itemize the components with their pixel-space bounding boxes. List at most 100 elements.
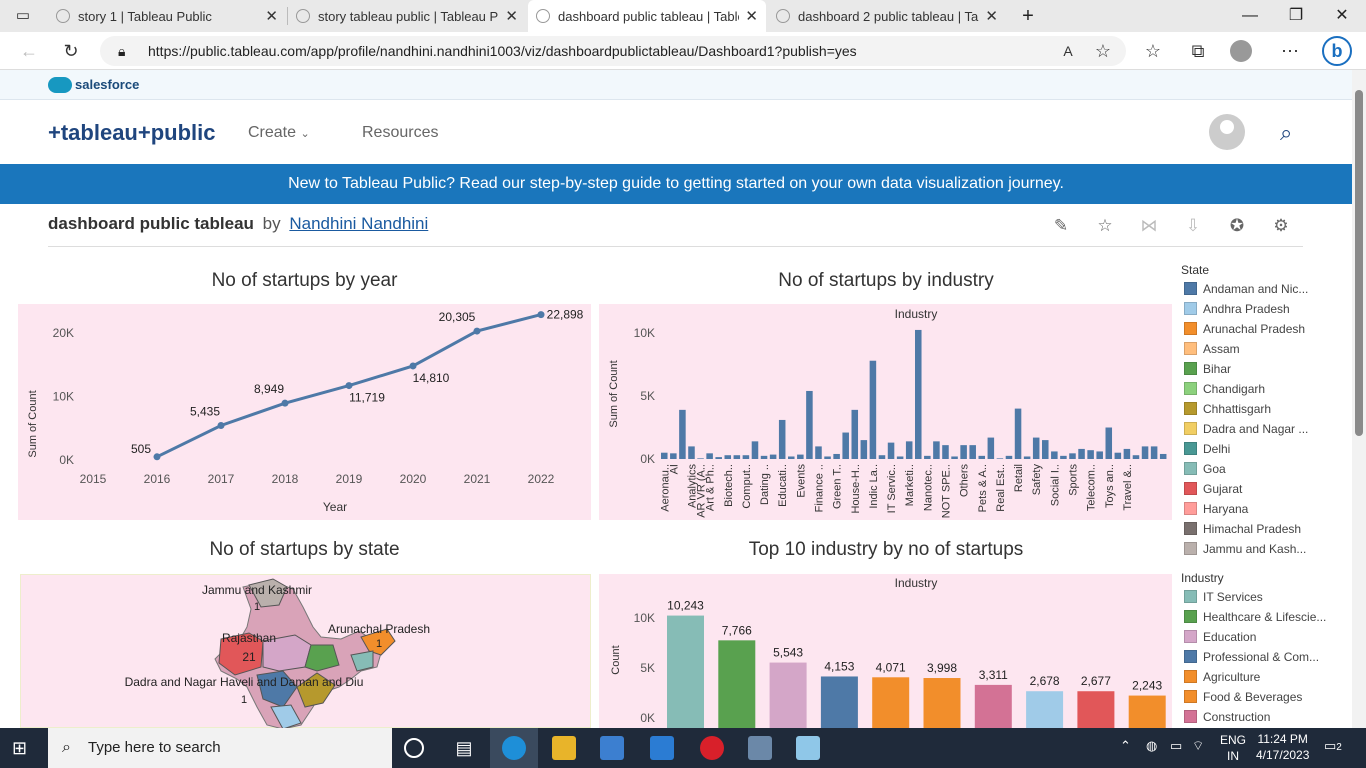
- year-line-chart[interactable]: Sum of Count Year 0K 10K 20K 2015 2016 2017 20…: [18, 304, 619, 520]
- restore-icon[interactable]: ❐: [1276, 4, 1316, 28]
- close-tab-icon[interactable]: ✕: [265, 7, 278, 25]
- scrollbar-thumb[interactable]: [1355, 90, 1363, 436]
- state-legend-item[interactable]: Dadra and Nagar ...: [1184, 422, 1344, 438]
- edge-taskbar-button[interactable]: [490, 728, 538, 768]
- top10-chart-panel[interactable]: Industry Count 0K 5K 10K 10,243 7,766 5,543 4,…: [599, 574, 1172, 728]
- collections-icon[interactable]: ⧉: [1185, 38, 1211, 64]
- welcome-banner[interactable]: New to Tableau Public? Read our step-by-…: [0, 164, 1352, 204]
- taskbar-search[interactable]: ⌕ Type here to search: [48, 728, 392, 768]
- close-tab-icon[interactable]: ✕: [745, 7, 758, 25]
- viz-by: by: [262, 214, 281, 233]
- top10-bar: [769, 662, 807, 728]
- page-scrollbar[interactable]: [1352, 70, 1366, 728]
- state-legend-item[interactable]: Andhra Pradesh: [1184, 302, 1344, 318]
- windows-start-icon[interactable]: ⊞: [12, 736, 36, 760]
- industry-legend-item[interactable]: Food & Beverages: [1184, 690, 1344, 706]
- legend-label: IT Services: [1203, 590, 1263, 604]
- close-window-icon[interactable]: ✕: [1322, 4, 1362, 28]
- bing-icon[interactable]: b: [1322, 36, 1352, 66]
- state-legend-item[interactable]: Himachal Pradesh: [1184, 522, 1344, 538]
- top10-data-label: 7,766: [722, 623, 752, 637]
- search-icon[interactable]: ⌕: [1280, 120, 1302, 145]
- state-legend-item[interactable]: Arunachal Pradesh: [1184, 322, 1344, 338]
- industry-legend-item[interactable]: Agriculture: [1184, 670, 1344, 686]
- read-aloud-icon[interactable]: A: [1055, 38, 1081, 64]
- tableau-favicon-icon: [536, 9, 550, 23]
- close-tab-icon[interactable]: ✕: [985, 7, 998, 25]
- share-icon[interactable]: ⋈: [1138, 216, 1160, 236]
- minimize-icon[interactable]: —: [1230, 4, 1270, 28]
- year-chart-panel[interactable]: Sum of Count Year 0K 10K 20K 2015 2016 2017 20…: [18, 304, 619, 520]
- state-legend-item[interactable]: Chhattisgarh: [1184, 402, 1344, 418]
- top10-y-tick: 10K: [634, 611, 655, 625]
- industry-bar: [797, 454, 804, 459]
- cortana-icon[interactable]: [404, 738, 424, 758]
- industry-bar-chart[interactable]: Industry Sum of Count 0K5K10KAeronau..AI…: [599, 304, 1172, 520]
- state-legend-item[interactable]: Chandigarh: [1184, 382, 1344, 398]
- state-legend-item[interactable]: Delhi: [1184, 442, 1344, 458]
- taskbar-clock[interactable]: 11:24 PM 4/17/2023: [1256, 731, 1309, 763]
- state-legend-item[interactable]: Gujarat: [1184, 482, 1344, 498]
- browser-tab-4[interactable]: dashboard 2 public tableau | Tabl ✕: [768, 0, 1006, 32]
- industry-legend-item[interactable]: IT Services: [1184, 590, 1344, 606]
- author-link[interactable]: Nandhini Nandhini: [289, 214, 428, 233]
- network-icon[interactable]: ◍: [1146, 738, 1157, 754]
- notification-icon[interactable]: ▭2: [1324, 738, 1342, 754]
- state-map-panel[interactable]: Jammu and Kashmir 1 Arunachal Pradesh 1 …: [20, 574, 592, 730]
- remote-desktop-icon[interactable]: [748, 736, 772, 760]
- top10-bar: [820, 676, 858, 728]
- state-legend-item[interactable]: Assam: [1184, 342, 1344, 358]
- wifi-icon[interactable]: ⌔: [1192, 738, 1204, 754]
- user-avatar[interactable]: [1209, 114, 1245, 150]
- profile-icon[interactable]: [1230, 40, 1252, 62]
- industry-legend-item[interactable]: Professional & Com...: [1184, 650, 1344, 666]
- url-field[interactable]: 🔒︎ https://public.tableau.com/app/profil…: [100, 36, 1126, 66]
- top10-bar-chart[interactable]: Industry Count 0K 5K 10K 10,243 7,766 5,543 4,…: [599, 574, 1172, 728]
- salesforce-label[interactable]: salesforce: [75, 77, 139, 92]
- language-indicator[interactable]: ENG IN: [1220, 732, 1246, 764]
- state-legend-item[interactable]: Goa: [1184, 462, 1344, 478]
- close-tab-icon[interactable]: ✕: [505, 7, 518, 25]
- add-favorite-icon[interactable]: ☆: [1090, 38, 1116, 64]
- browser-tab-1[interactable]: story 1 | Tableau Public ✕: [48, 0, 286, 32]
- india-map[interactable]: Jammu and Kashmir 1 Arunachal Pradesh 1 …: [21, 575, 592, 730]
- opera-icon[interactable]: [700, 736, 724, 760]
- edit-viz-icon[interactable]: ✎: [1050, 216, 1072, 236]
- state-legend-item[interactable]: Jammu and Kash...: [1184, 542, 1344, 558]
- more-menu-icon[interactable]: ⋯: [1277, 38, 1303, 64]
- state-legend-item[interactable]: Andaman and Nic...: [1184, 282, 1344, 298]
- state-legend-item[interactable]: Bihar: [1184, 362, 1344, 378]
- industry-legend-item[interactable]: Construction: [1184, 710, 1344, 726]
- tray-chevron-icon[interactable]: ⌃: [1120, 738, 1131, 754]
- badge-icon[interactable]: ✪: [1226, 216, 1248, 236]
- new-tab-icon[interactable]: +: [1008, 4, 1048, 28]
- battery-icon[interactable]: ▭: [1170, 738, 1182, 754]
- industry-legend-item[interactable]: Education: [1184, 630, 1344, 646]
- browser-tab-3-active[interactable]: dashboard public tableau | Table ✕: [528, 0, 766, 32]
- industry-bar: [869, 360, 877, 459]
- refresh-icon[interactable]: ↻: [58, 38, 84, 64]
- mail-icon[interactable]: [650, 736, 674, 760]
- tab-title: dashboard 2 public tableau | Tabl: [798, 8, 980, 24]
- store-icon[interactable]: [600, 736, 624, 760]
- favorite-star-icon[interactable]: ☆: [1094, 216, 1116, 236]
- snowflake-app-icon[interactable]: [796, 736, 820, 760]
- file-explorer-icon[interactable]: [552, 736, 576, 760]
- tab-title: story tableau public | Tableau Pul: [318, 8, 500, 24]
- year-point: [153, 453, 161, 461]
- nav-resources[interactable]: Resources: [362, 124, 438, 142]
- state-legend-item[interactable]: Haryana: [1184, 502, 1344, 518]
- tab-actions-icon[interactable]: ▭: [10, 3, 36, 29]
- browser-tab-2[interactable]: story tableau public | Tableau Pul ✕: [288, 0, 526, 32]
- settings-gear-icon[interactable]: ⚙: [1270, 216, 1292, 236]
- nav-create[interactable]: Create ⌄: [248, 124, 310, 142]
- industry-bar: [1005, 455, 1013, 459]
- legend-swatch: [1184, 650, 1197, 663]
- task-view-icon[interactable]: ▤: [452, 736, 476, 760]
- back-icon[interactable]: ←: [16, 38, 42, 64]
- industry-chart-panel[interactable]: Industry Sum of Count 0K 5K 10K Aeronau.. AI…: [599, 304, 1172, 520]
- tableau-public-logo[interactable]: +tableau+public: [48, 120, 216, 146]
- favorites-icon[interactable]: ☆: [1140, 38, 1166, 64]
- download-icon[interactable]: ⇩: [1182, 216, 1204, 236]
- industry-legend-item[interactable]: Healthcare & Lifescie...: [1184, 610, 1344, 626]
